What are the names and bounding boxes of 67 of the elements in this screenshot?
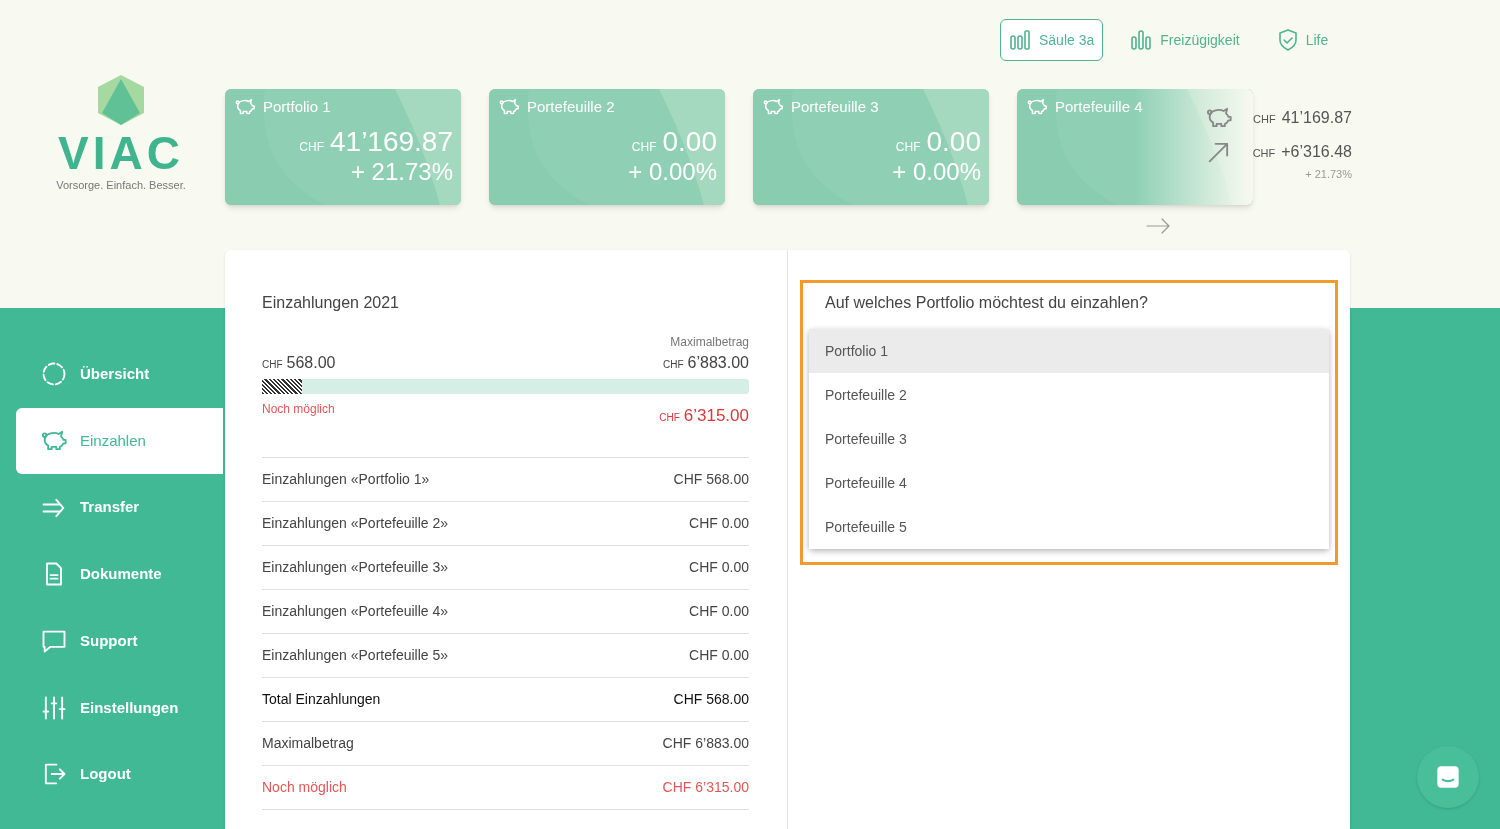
portfolio-card[interactable]: Portfolio 1 CHF 41’169.87 + 21.73% bbox=[225, 89, 461, 205]
remaining-amount: 6’315.00 bbox=[683, 405, 749, 427]
currency-label: CHF bbox=[659, 411, 680, 425]
dropdown-option[interactable]: Portfolio 1 bbox=[809, 329, 1329, 373]
total-value: 41’169.87 bbox=[1281, 108, 1352, 128]
card-title: Portefeuille 3 bbox=[791, 97, 879, 117]
row-label: Einzahlungen «Portefeuille 4» bbox=[262, 601, 449, 621]
currency-label: CHF bbox=[262, 358, 283, 372]
currency-label: CHF bbox=[663, 358, 684, 372]
portfolio-card[interactable]: Portefeuille 4 bbox=[1017, 89, 1253, 205]
currency-label: CHF bbox=[1252, 146, 1276, 161]
sidebar-item[interactable]: Einzahlen bbox=[16, 407, 223, 475]
gain-value: +6’316.48 bbox=[1281, 142, 1352, 162]
sidebar-item[interactable]: Logout bbox=[16, 741, 223, 808]
card-change: + 0.00% bbox=[891, 156, 982, 187]
row-label: Noch möglich bbox=[262, 777, 347, 797]
row-amount: CHF 0.00 bbox=[689, 601, 749, 621]
logo-icon bbox=[98, 75, 144, 125]
paid-amount: 568.00 bbox=[286, 353, 336, 373]
logo-wordmark: VIAC bbox=[58, 129, 184, 177]
row-label: Einzahlungen «Portefeuille 2» bbox=[262, 513, 449, 533]
dropdown-option[interactable]: Portefeuille 5 bbox=[809, 505, 1329, 549]
sidebar-item[interactable]: Einstellungen bbox=[16, 674, 223, 742]
card-value: 41’169.87 bbox=[330, 126, 453, 157]
row-label: Einzahlungen «Portfolio 1» bbox=[262, 469, 430, 489]
product-tab[interactable]: Life bbox=[1266, 19, 1338, 61]
sidebar-item[interactable]: Support bbox=[16, 607, 223, 675]
row-amount: CHF 0.00 bbox=[689, 645, 749, 665]
max-label: Maximalbetrag bbox=[669, 334, 749, 351]
row-label: Maximalbetrag bbox=[262, 733, 354, 753]
question: Auf welches Portfolio möchtest du einzahlen? bbox=[824, 293, 1149, 313]
pillars-icon bbox=[1009, 28, 1033, 52]
row-label: Total Einzahlungen bbox=[262, 689, 381, 709]
currency-label: CHF bbox=[1253, 112, 1276, 127]
dropdown-option[interactable]: Portefeuille 4 bbox=[809, 461, 1329, 505]
row-amount: CHF 0.00 bbox=[689, 557, 749, 577]
currency-label: CHF bbox=[299, 138, 324, 156]
card-title: Portefeuille 4 bbox=[1055, 97, 1143, 117]
row-amount: CHF 6’883.00 bbox=[662, 733, 749, 753]
portfolio-card[interactable]: Portefeuille 3 CHF 0.00 + 0.00% bbox=[753, 89, 989, 205]
section-title: Einzahlungen 2021 bbox=[262, 293, 400, 313]
row-amount: CHF 568.00 bbox=[673, 469, 749, 489]
card-value: 0.00 bbox=[926, 126, 981, 157]
max-amount: 6’883.00 bbox=[687, 353, 749, 373]
card-title: Portefeuille 2 bbox=[527, 97, 615, 117]
row-amount: CHF 0.00 bbox=[689, 513, 749, 533]
sidebar-item[interactable]: Übersicht bbox=[16, 341, 223, 408]
card-change: + 0.00% bbox=[627, 156, 718, 187]
sidebar-item[interactable]: Transfer bbox=[16, 474, 223, 542]
product-tab[interactable]: Säule 3a bbox=[1000, 19, 1104, 61]
card-title: Portfolio 1 bbox=[263, 97, 331, 117]
row-label: Einzahlungen «Portefeuille 5» bbox=[262, 645, 449, 665]
currency-label: CHF bbox=[631, 138, 657, 156]
card-value: 0.00 bbox=[662, 126, 717, 157]
dropdown-option[interactable]: Portefeuille 2 bbox=[809, 373, 1329, 417]
gain-percent: + 21.73% bbox=[1304, 167, 1352, 182]
row-amount: CHF 568.00 bbox=[673, 689, 749, 709]
remaining-label: Noch möglich bbox=[262, 401, 335, 418]
row-label: Einzahlungen «Portefeuille 3» bbox=[262, 557, 449, 577]
row-amount: CHF 6’315.00 bbox=[662, 777, 749, 797]
logo-tagline: Vorsorge. Einfach. Besser. bbox=[56, 178, 186, 193]
portfolio-card[interactable]: Portefeuille 2 CHF 0.00 + 0.00% bbox=[489, 89, 725, 205]
dropdown-option[interactable]: Portefeuille 3 bbox=[809, 417, 1329, 461]
currency-label: CHF bbox=[895, 138, 921, 156]
sidebar-item[interactable]: Dokumente bbox=[16, 541, 223, 608]
card-change: + 21.73% bbox=[349, 156, 454, 187]
product-tab[interactable]: Freizügigkeit bbox=[1121, 19, 1249, 61]
